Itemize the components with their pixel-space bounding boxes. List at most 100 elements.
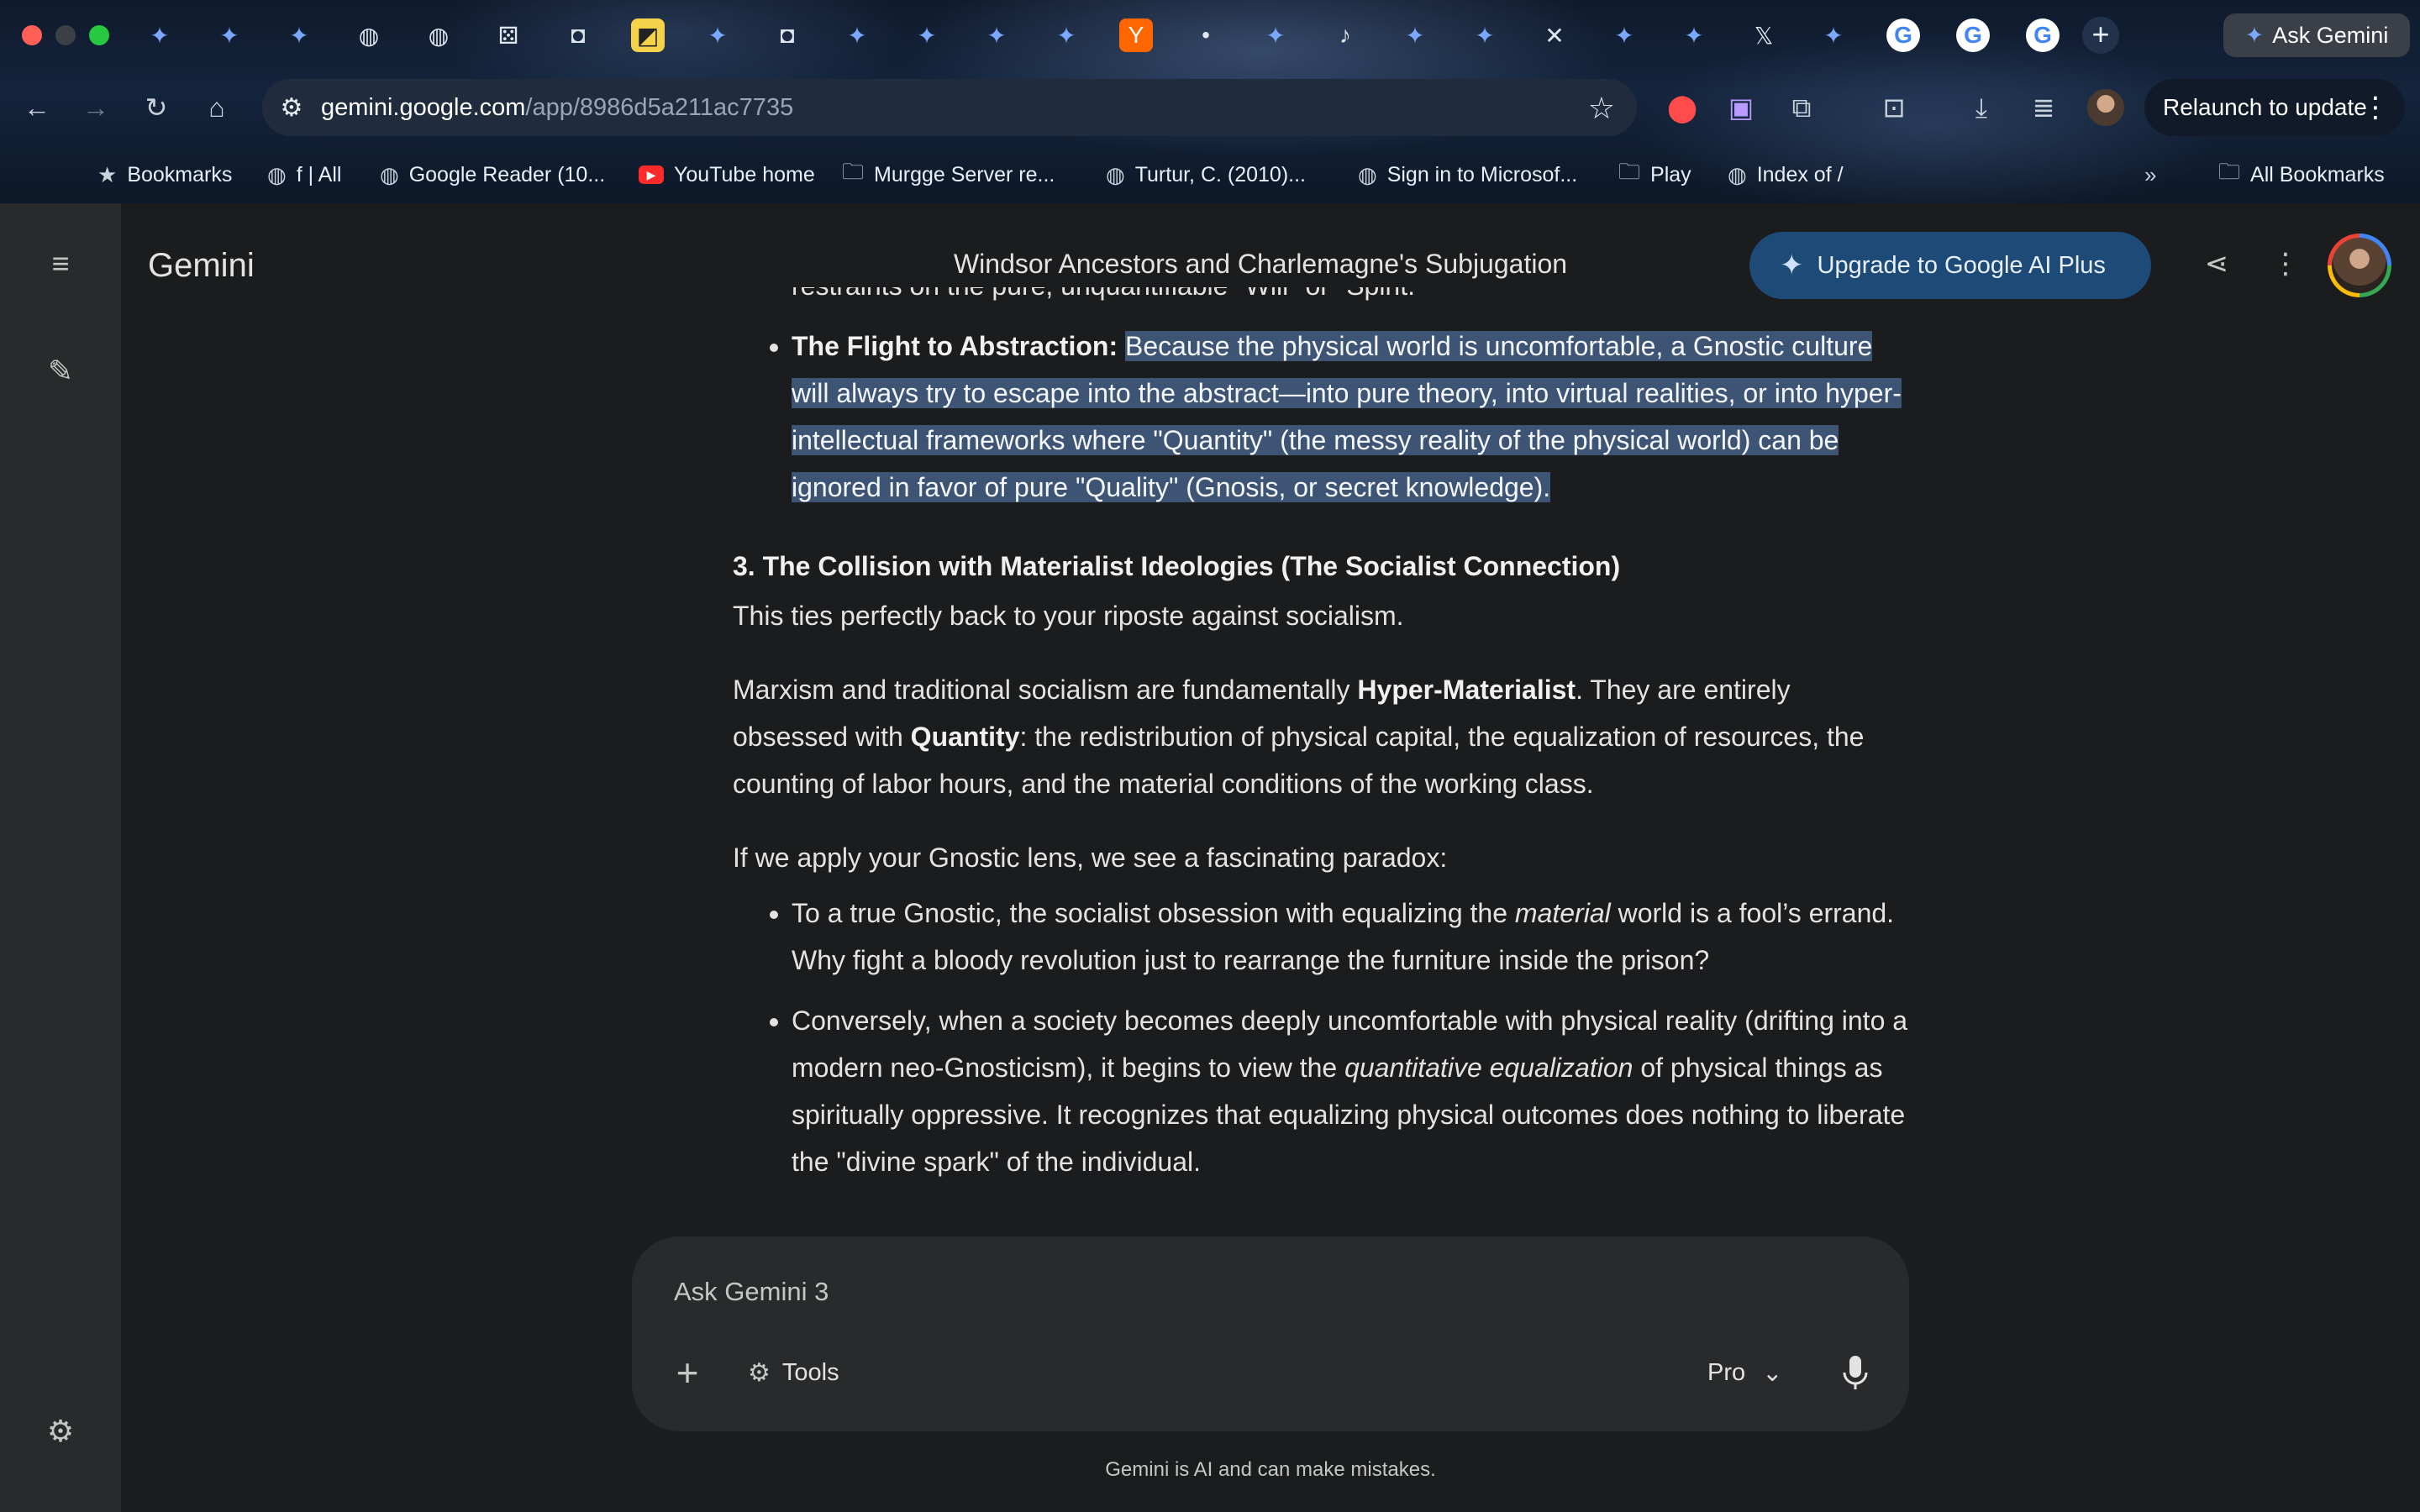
dot-icon[interactable]: • bbox=[1189, 18, 1223, 52]
italic-term: quantitative equalization bbox=[1344, 1053, 1634, 1083]
google-icon[interactable]: G bbox=[2026, 18, 2060, 52]
google-icon[interactable]: G bbox=[1956, 18, 1990, 52]
bookmark-item[interactable]: ◍ Google Reader (10... bbox=[380, 160, 605, 190]
bookmark-item[interactable]: ◍ Turtur, C. (2010)... bbox=[1106, 160, 1306, 190]
gemini-spark-icon[interactable]: ✦ bbox=[910, 18, 944, 52]
globe-icon[interactable]: ◍ bbox=[352, 18, 386, 52]
close-window-button[interactable] bbox=[22, 25, 42, 45]
disclaimer: Gemini is AI and can make mistakes. bbox=[1105, 1458, 1436, 1481]
google-icon[interactable]: G bbox=[1886, 18, 1920, 52]
bookmark-label: Google Reader (10... bbox=[408, 162, 606, 186]
gemini-spark-icon[interactable]: ✦ bbox=[701, 18, 734, 52]
add-attachment-icon[interactable]: + bbox=[666, 1351, 709, 1394]
home-icon[interactable]: ⌂ bbox=[198, 89, 235, 126]
text-run: To a true Gnostic, the socialist obsessi… bbox=[792, 898, 1515, 928]
tab-search-icon[interactable]: ⊡ bbox=[1876, 89, 1912, 126]
bookmark-item[interactable]: ◍ f | All bbox=[267, 160, 341, 190]
gemini-spark-icon[interactable]: ✦ bbox=[1050, 18, 1083, 52]
app-brand[interactable]: Gemini bbox=[148, 247, 255, 285]
paragraph: This ties perfectly back to your riposte… bbox=[733, 601, 1404, 631]
forward-icon[interactable]: → bbox=[77, 89, 114, 126]
extension-camera-icon[interactable]: ▣ bbox=[1723, 89, 1760, 126]
list-item: The Flight to Abstraction: Because the p… bbox=[792, 323, 1909, 511]
address-bar[interactable]: ⚙ gemini.google.com /app/8986d5a211ac773… bbox=[262, 79, 1637, 136]
model-selector[interactable]: Pro ⌄ bbox=[1707, 1351, 1782, 1394]
bookmark-item[interactable]: ◍ Index of / bbox=[1728, 160, 1844, 190]
side-rail: ≡ ✎ ⚙ bbox=[0, 203, 121, 1512]
gemini-app: ≡ ✎ ⚙ Gemini Windsor Ancestors and Charl… bbox=[0, 203, 2420, 1512]
share-icon[interactable]: ⋖ bbox=[2196, 247, 2237, 281]
gemini-spark-icon[interactable]: ✦ bbox=[1607, 18, 1641, 52]
conversation-title[interactable]: Windsor Ancestors and Charlemagne's Subj… bbox=[840, 249, 1681, 280]
all-bookmarks-button[interactable]: 🗀 All Bookmarks bbox=[2218, 159, 2385, 190]
back-icon[interactable]: ← bbox=[18, 89, 55, 126]
gemini-spark-icon[interactable]: ✦ bbox=[1817, 18, 1850, 52]
bullet-list-b: To a true Gnostic, the socialist obsessi… bbox=[733, 890, 1909, 1185]
audio-icon[interactable]: ♪ bbox=[1328, 18, 1362, 52]
youtube-icon: ▶ bbox=[639, 165, 664, 184]
list-item: restraints on the pure, unquantifiable "… bbox=[792, 287, 1909, 309]
reader-icon[interactable]: ◘ bbox=[561, 18, 595, 52]
reload-icon[interactable]: ↻ bbox=[138, 89, 175, 126]
zoom-window-button[interactable] bbox=[89, 25, 109, 45]
cut-text: restraints on the pure, unquantifiable "… bbox=[792, 287, 1424, 301]
close-icon[interactable]: ✕ bbox=[1538, 18, 1571, 52]
globe-icon[interactable]: ◍ bbox=[422, 18, 455, 52]
gemini-spark-icon[interactable]: ✦ bbox=[213, 18, 246, 52]
hacker-news-icon[interactable]: Y bbox=[1119, 18, 1153, 52]
tab-strip: ✦ ✦ ✦ ◍ ◍ ⚄ ◘ ◩ ✦ ◘ ✦ ✦ ✦ ✦ Y • ✦ ♪ ✦ ✦ ✕ ✦ ✦ 𝕏 ✦ G G G + ✦ Ask Gem… bbox=[0, 0, 2420, 69]
url-path: /app/8986d5a211ac7735 bbox=[525, 93, 794, 121]
more-options-icon[interactable]: ⋮ bbox=[2265, 247, 2306, 281]
gemini-spark-icon[interactable]: ✦ bbox=[282, 18, 316, 52]
reading-list-icon[interactable]: ≣ bbox=[2025, 89, 2062, 126]
gemini-spark-icon[interactable]: ✦ bbox=[1398, 18, 1432, 52]
more-bookmarks-icon[interactable]: » bbox=[2144, 160, 2156, 190]
tools-button[interactable]: ⚙ Tools bbox=[748, 1351, 839, 1394]
paragraph: Marxism and traditional socialism are fu… bbox=[733, 666, 1909, 807]
minimize-window-button[interactable] bbox=[55, 25, 76, 45]
settings-gear-icon[interactable]: ⚙ bbox=[40, 1411, 81, 1452]
more-vert-icon[interactable]: ⋮ bbox=[2361, 79, 2390, 136]
bold-term: Quantity bbox=[910, 722, 1020, 752]
extension-block-icon[interactable]: ⬤ bbox=[1664, 89, 1701, 126]
url-host: gemini.google.com bbox=[321, 93, 526, 121]
downloads-icon[interactable]: ⤓ bbox=[1963, 89, 2000, 126]
ask-gemini-button[interactable]: ✦ Ask Gemini bbox=[2223, 13, 2410, 57]
prompt-input[interactable] bbox=[672, 1270, 1684, 1314]
gemini-spark-icon[interactable]: ✦ bbox=[1468, 18, 1502, 52]
yellow-app-icon[interactable]: ◩ bbox=[631, 18, 665, 52]
bookmark-label: Turtur, C. (2010)... bbox=[1134, 162, 1306, 186]
folder-icon: 🗀 bbox=[2218, 159, 2241, 184]
new-chat-icon[interactable]: ✎ bbox=[40, 351, 81, 391]
bookmark-label: YouTube home bbox=[674, 162, 815, 186]
bullet-list-a: restraints on the pure, unquantifiable "… bbox=[733, 287, 1909, 511]
prompt-composer: + ⚙ Tools Pro ⌄ bbox=[632, 1236, 1909, 1431]
globe-icon: ◍ bbox=[1358, 161, 1377, 187]
bookmark-item[interactable]: 🗀 Play bbox=[1618, 159, 1691, 190]
list-item: To a true Gnostic, the socialist obsessi… bbox=[792, 890, 1909, 984]
gemini-spark-icon[interactable]: ✦ bbox=[840, 18, 874, 52]
gemini-spark-icon[interactable]: ✦ bbox=[143, 18, 176, 52]
profile-avatar-icon[interactable] bbox=[2087, 89, 2124, 126]
extensions-puzzle-icon[interactable]: ⧉ bbox=[1783, 89, 1820, 126]
dice-icon[interactable]: ⚄ bbox=[492, 18, 525, 52]
gemini-spark-icon[interactable]: ✦ bbox=[1259, 18, 1292, 52]
menu-icon[interactable]: ≡ bbox=[40, 244, 81, 284]
bookmark-label: Murgge Server re... bbox=[874, 162, 1055, 186]
relaunch-button[interactable]: Relaunch to update ⋮ bbox=[2144, 79, 2405, 136]
account-avatar[interactable] bbox=[2328, 234, 2391, 297]
bookmark-item[interactable]: ◍ Sign in to Microsof... bbox=[1358, 160, 1577, 190]
gemini-spark-icon[interactable]: ✦ bbox=[1677, 18, 1711, 52]
site-info-icon[interactable]: ⚙ bbox=[262, 93, 321, 123]
bookmark-item[interactable]: ▶ YouTube home bbox=[639, 160, 815, 190]
gemini-spark-icon[interactable]: ✦ bbox=[980, 18, 1013, 52]
model-label: Pro bbox=[1707, 1358, 1746, 1386]
bookmark-item[interactable]: 🗀 Murgge Server re... bbox=[842, 159, 1055, 190]
x-logo-icon[interactable]: 𝕏 bbox=[1747, 18, 1781, 52]
bookmark-star-icon[interactable]: ☆ bbox=[1588, 91, 1615, 126]
reader-icon[interactable]: ◘ bbox=[771, 18, 804, 52]
bookmark-item[interactable]: ★ Bookmarks bbox=[97, 160, 232, 190]
folder-icon: 🗀 bbox=[1618, 159, 1641, 184]
new-tab-button[interactable]: + bbox=[2082, 17, 2119, 54]
microphone-icon[interactable] bbox=[1833, 1349, 1877, 1396]
